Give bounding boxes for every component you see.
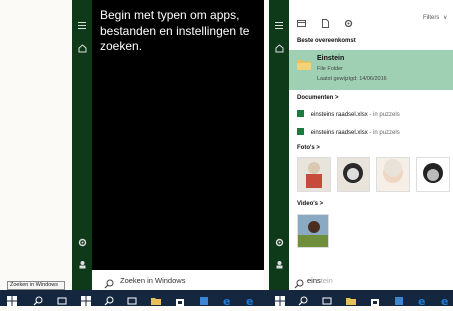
best-match-item[interactable] [289, 50, 453, 90]
chevron-down-icon: ∨ [443, 15, 448, 21]
folder-icon [297, 57, 311, 75]
videos-header[interactable]: Video's > [297, 201, 323, 207]
edge-icon[interactable]: e [246, 293, 256, 308]
windows-icon[interactable] [7, 293, 17, 306]
store-icon[interactable] [199, 293, 209, 305]
best-match-modified: Laatst gewijzigd: 14/06/2016 [317, 76, 387, 82]
photo-thumbnail[interactable] [297, 157, 331, 192]
search-tooltip: Zoeken in Windows [7, 281, 65, 290]
settings-icon[interactable] [275, 234, 284, 247]
hamburger-menu-icon[interactable] [275, 17, 284, 29]
windows-icon[interactable] [275, 293, 285, 306]
explorer-icon[interactable] [151, 293, 161, 305]
start-rail-left [72, 0, 92, 290]
explorer-icon[interactable] [346, 293, 356, 305]
excel-icon [297, 128, 304, 135]
search-typed-text: eins [307, 276, 321, 285]
documents-header[interactable]: Documenten > [297, 95, 339, 101]
start-rail-right [269, 0, 289, 290]
list-item[interactable]: einsteins raadsel.xlsx - in puzzels [297, 128, 400, 136]
search-icon[interactable] [33, 293, 43, 306]
svg-text:e: e [441, 296, 448, 306]
excel-icon [297, 110, 304, 117]
svg-text:e: e [246, 296, 253, 306]
home-icon[interactable] [275, 40, 284, 53]
store-icon[interactable] [370, 293, 380, 306]
search-placeholder: Zoeken in Windows [120, 276, 186, 285]
filters-dropdown[interactable]: Filters ∨ [423, 14, 447, 21]
best-match-name: Einstein [317, 55, 345, 62]
task-view-icon[interactable] [57, 293, 67, 305]
settings-icon[interactable] [78, 234, 87, 247]
hamburger-menu-icon[interactable] [78, 17, 87, 29]
user-icon[interactable] [78, 256, 87, 269]
store-icon[interactable] [175, 293, 185, 306]
desktop-background [0, 0, 66, 290]
search-prompt-text: Begin met typen om apps, bestanden en in… [100, 8, 250, 53]
store-icon[interactable] [394, 293, 404, 305]
photos-header[interactable]: Foto's > [297, 145, 320, 151]
video-thumbnail[interactable] [297, 214, 329, 248]
web-settings-icon[interactable] [344, 15, 353, 33]
photo-thumbnail[interactable] [337, 157, 370, 192]
photo-thumbnail[interactable] [376, 157, 410, 192]
windows-icon[interactable] [81, 293, 91, 306]
edge-icon[interactable]: e [441, 293, 451, 308]
search-autocomplete-hint: tein [320, 276, 333, 285]
search-input-value[interactable]: einstein [307, 276, 333, 285]
svg-text:e: e [223, 296, 230, 306]
photo-thumbnail[interactable] [416, 157, 450, 192]
home-icon[interactable] [78, 40, 87, 53]
user-icon[interactable] [275, 256, 284, 269]
apps-icon[interactable] [297, 15, 306, 33]
svg-text:e: e [418, 296, 425, 306]
edge-icon[interactable]: e [418, 293, 428, 308]
task-view-icon[interactable] [322, 293, 332, 305]
edge-icon[interactable]: e [223, 293, 233, 308]
task-view-icon[interactable] [127, 293, 137, 305]
best-match-type: File Folder [317, 66, 343, 72]
document-icon[interactable] [321, 15, 330, 33]
search-icon[interactable] [298, 293, 308, 306]
search-icon[interactable] [104, 293, 114, 306]
list-item[interactable]: einsteins raadsel.xlsx - in puzzels [297, 110, 400, 118]
filters-label: Filters [423, 15, 440, 21]
best-match-header: Beste overeenkomst [297, 38, 356, 44]
